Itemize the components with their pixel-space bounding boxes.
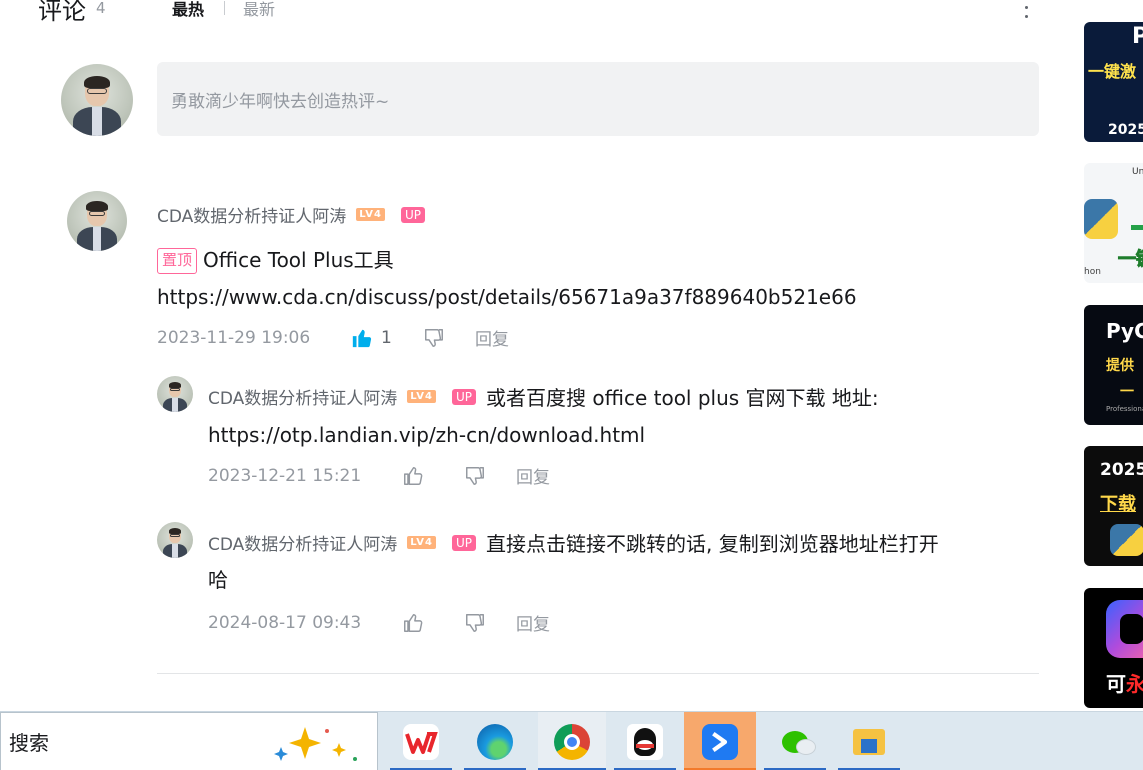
thumb-text: 一 (1120, 384, 1134, 400)
dislike-button[interactable] (464, 612, 516, 634)
thumb-text: 2025 (1108, 122, 1143, 138)
reply-author: CDA数据分析持证人阿涛 LV4 UP 或者百度搜 office tool pl… (208, 382, 879, 411)
wechat-icon[interactable] (764, 712, 826, 770)
comment-text: Office Tool Plus工具 (203, 248, 394, 272)
username[interactable]: CDA数据分析持证人阿涛 (157, 202, 346, 227)
wps-glyph (405, 731, 438, 754)
thumbs-up-icon (404, 613, 423, 632)
reply-link[interactable]: https://otp.landian.vip/zh-cn/download.h… (208, 416, 645, 454)
dislike-button[interactable] (464, 465, 516, 487)
reply-author: CDA数据分析持证人阿涛 LV4 UP 直接点击链接不跳转的话, 复制到浏览器地… (208, 528, 939, 557)
level-badge: LV4 (407, 390, 436, 403)
up-badge: UP (401, 206, 426, 223)
comment-input-placeholder: 勇敢滴少年啊快去创造热评~ (171, 91, 390, 112)
wps-icon[interactable] (390, 712, 452, 770)
feishu-glyph (712, 731, 728, 752)
reply-time: 2024-08-17 09:43 (208, 612, 362, 633)
sort-divider (224, 1, 226, 15)
chrome-icon[interactable] (538, 712, 606, 770)
reply-text: 直接点击链接不跳转的话, 复制到浏览器地址栏打开 (486, 532, 939, 556)
feishu-icon[interactable] (684, 712, 756, 770)
thumb-text: P (1132, 24, 1143, 49)
sort-options: 最热 最新 (172, 0, 275, 20)
thumb-text: hon (1084, 267, 1101, 277)
copilot-logo-icon (1106, 600, 1143, 658)
thumb-text: 一键激 (1088, 62, 1137, 81)
up-badge: UP (452, 534, 477, 551)
edge-icon[interactable] (464, 712, 526, 770)
explorer-icon[interactable] (838, 712, 900, 770)
sparkle-icon (274, 727, 357, 761)
like-button[interactable] (402, 465, 464, 487)
up-badge: UP (452, 388, 477, 405)
reply-button[interactable]: 回复 (516, 463, 550, 488)
comment-link[interactable]: https://www.cda.cn/discuss/post/details/… (157, 278, 857, 316)
level-badge: LV4 (407, 536, 436, 549)
thumb-text: 可永 (1106, 668, 1143, 697)
reply-time: 2023-12-21 15:21 (208, 465, 362, 486)
thumb-text-part: 可 (1106, 672, 1126, 696)
thumb-text-part: 永 (1126, 672, 1143, 696)
recommended-video-thumb[interactable]: PyC 提供 一 Professional (1084, 305, 1143, 425)
reply-meta: 2023-12-21 15:21 回复 (208, 463, 550, 489)
thumb-text: PyC (1106, 319, 1143, 343)
sort-hot-tab[interactable]: 最热 (172, 0, 204, 20)
thumb-text: Un (1132, 167, 1143, 177)
avatar[interactable] (157, 376, 193, 412)
like-button[interactable]: 1 (351, 327, 423, 349)
like-button[interactable] (402, 612, 464, 634)
comment-header: 评论 4 (38, 0, 106, 26)
more-menu-icon[interactable] (1019, 0, 1033, 18)
comment-meta: 2023-11-29 19:06 1 回复 (157, 325, 509, 351)
avatar[interactable] (61, 64, 133, 136)
thumbs-up-icon (404, 466, 423, 485)
thumb-bar (1131, 225, 1143, 230)
like-count: 1 (381, 327, 392, 348)
reply-text: 或者百度搜 office tool plus 官网下载 地址: (486, 386, 879, 410)
comment-content: 置顶 Office Tool Plus工具 (157, 241, 394, 279)
thumb-text: Professional (1106, 405, 1143, 413)
thumbs-up-icon (352, 329, 372, 347)
thumb-text: 提供 (1106, 358, 1134, 374)
python-logo-icon (1084, 199, 1118, 239)
sort-new-tab[interactable]: 最新 (243, 0, 275, 20)
thumbs-down-icon (425, 328, 443, 347)
dislike-button[interactable] (423, 327, 475, 349)
reply-text-line2: 哈 (208, 568, 228, 592)
search-label: 搜索 (9, 731, 49, 755)
comment-link-text[interactable]: https://www.cda.cn/discuss/post/details/… (157, 285, 857, 309)
pinned-badge: 置顶 (157, 248, 198, 274)
thumb-text: 下载 (1100, 494, 1136, 515)
username[interactable]: CDA数据分析持证人阿涛 (208, 384, 397, 409)
taskbar: 搜索 (0, 711, 1143, 770)
recommended-video-thumb[interactable]: Un 一键 hon (1084, 163, 1143, 283)
reply-button[interactable]: 回复 (475, 325, 509, 350)
comment-section: 评论 4 最热 最新 勇敢滴少年啊快去创造热评~ CDA数据分析持证人阿涛 LV… (0, 0, 1143, 770)
recommended-video-thumb[interactable]: 2025 下载 (1084, 446, 1143, 566)
comment-time: 2023-11-29 19:06 (157, 327, 311, 348)
comment-title: 评论 (38, 0, 86, 25)
comment-count: 4 (96, 0, 106, 17)
level-badge: LV4 (356, 208, 385, 221)
python-logo-icon (1110, 524, 1143, 556)
reply-meta: 2024-08-17 09:43 回复 (208, 610, 550, 636)
qq-icon[interactable] (614, 712, 676, 770)
thumbs-down-icon (466, 466, 484, 485)
comment-divider (157, 673, 1039, 674)
reply-text-continued: 哈 (208, 561, 228, 599)
comment-author: CDA数据分析持证人阿涛 LV4 UP (157, 202, 426, 227)
recommended-video-thumb[interactable]: 可永 (1084, 588, 1143, 708)
thumb-text: 2025 (1100, 460, 1143, 480)
comment-input[interactable]: 勇敢滴少年啊快去创造热评~ (157, 62, 1039, 136)
avatar[interactable] (67, 191, 127, 251)
reply-button[interactable]: 回复 (516, 610, 550, 635)
avatar[interactable] (157, 522, 193, 558)
reply-link-text[interactable]: https://otp.landian.vip/zh-cn/download.h… (208, 423, 645, 447)
username[interactable]: CDA数据分析持证人阿涛 (208, 530, 397, 555)
recommended-video-thumb[interactable]: P 一键激 2025 (1084, 22, 1143, 142)
taskbar-search[interactable]: 搜索 (0, 712, 378, 770)
thumbs-down-icon (466, 613, 484, 632)
thumb-text: 一键 (1118, 249, 1143, 271)
